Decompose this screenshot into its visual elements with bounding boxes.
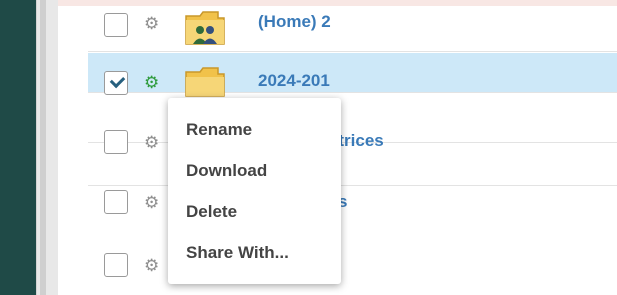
gear-icon[interactable]: ⚙ bbox=[144, 194, 159, 212]
gear-icon[interactable]: ⚙ bbox=[144, 74, 159, 92]
file-checkbox[interactable] bbox=[104, 190, 128, 214]
file-name-link[interactable]: 2024-201 bbox=[258, 71, 330, 91]
file-checkbox-checked[interactable] bbox=[104, 71, 128, 95]
menu-item-share-with[interactable]: Share With... bbox=[186, 243, 289, 263]
context-menu: Rename Download Delete Share With... bbox=[168, 98, 341, 284]
shared-folder-icon[interactable] bbox=[184, 8, 226, 45]
menu-item-rename[interactable]: Rename bbox=[186, 120, 252, 140]
folder-icon bbox=[185, 11, 225, 45]
gear-icon[interactable]: ⚙ bbox=[144, 257, 159, 275]
file-row[interactable]: ⚙ (Home) 2 bbox=[88, 0, 617, 52]
menu-item-delete[interactable]: Delete bbox=[186, 202, 237, 222]
sidebar-dark-panel bbox=[0, 0, 36, 295]
file-name-link[interactable]: (Home) 2 bbox=[258, 12, 331, 32]
file-row-selected[interactable]: ⚙ 2024-201 bbox=[88, 53, 617, 97]
file-checkbox[interactable] bbox=[104, 253, 128, 277]
file-checkbox[interactable] bbox=[104, 13, 128, 37]
menu-item-download[interactable]: Download bbox=[186, 161, 267, 181]
gear-icon[interactable]: ⚙ bbox=[144, 15, 159, 33]
sidebar-scroll-track[interactable] bbox=[40, 0, 46, 295]
